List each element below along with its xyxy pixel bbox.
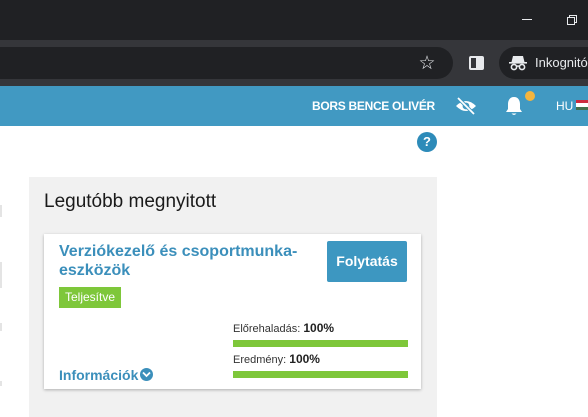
info-link[interactable]: Információk [59, 367, 138, 383]
notification-dot [525, 91, 535, 101]
restore-icon[interactable] [567, 15, 577, 25]
result-label: Eredmény: [233, 354, 287, 366]
progress-label: Előrehaladás: [233, 323, 301, 335]
address-bar[interactable] [0, 47, 453, 79]
progress-bar [233, 340, 408, 347]
result-value: 100% [289, 352, 320, 366]
user-name[interactable]: BORS BENCE OLIVÉR [312, 99, 435, 113]
result-metric: Eredmény: 100% [233, 352, 408, 378]
course-title-link[interactable]: Verziókezelő és csoportmunka-eszközök [59, 242, 299, 280]
result-label-row: Eredmény: 100% [233, 352, 408, 366]
chevron-down-icon[interactable] [140, 368, 153, 381]
status-badge: Teljesítve [59, 287, 122, 308]
help-icon[interactable]: ? [417, 132, 437, 152]
incognito-chip[interactable]: Inkognitó [499, 47, 588, 79]
progress-value: 100% [303, 321, 335, 335]
hungarian-flag-icon[interactable] [576, 100, 588, 110]
progress-bar-fill [233, 340, 408, 347]
progress-metric: Előrehaladás: 100% [233, 321, 408, 347]
continue-button[interactable]: Folytatás [327, 241, 407, 282]
incognito-icon [509, 56, 527, 71]
app-header: BORS BENCE OLIVÉR HU [0, 86, 588, 126]
side-panel-icon[interactable] [469, 56, 484, 70]
result-bar [233, 371, 408, 378]
browser-titlebar [0, 0, 588, 40]
minimize-icon[interactable] [522, 19, 532, 20]
notification-bell-icon[interactable] [504, 95, 524, 117]
bookmark-star-icon[interactable]: ☆ [417, 51, 437, 75]
result-bar-fill [233, 371, 408, 378]
progress-label-row: Előrehaladás: 100% [233, 321, 408, 335]
incognito-label: Inkognitó [535, 55, 588, 70]
panel-title: Legutóbb megnyitott [44, 191, 217, 212]
language-selector[interactable]: HU [556, 99, 573, 113]
browser-toolbar: ☆ Inkognitó [0, 40, 588, 86]
recently-opened-panel: Legutóbb megnyitott Verziókezelő és csop… [29, 177, 437, 417]
visibility-off-icon[interactable] [455, 97, 477, 115]
course-card: Verziókezelő és csoportmunka-eszközök Te… [44, 234, 421, 389]
